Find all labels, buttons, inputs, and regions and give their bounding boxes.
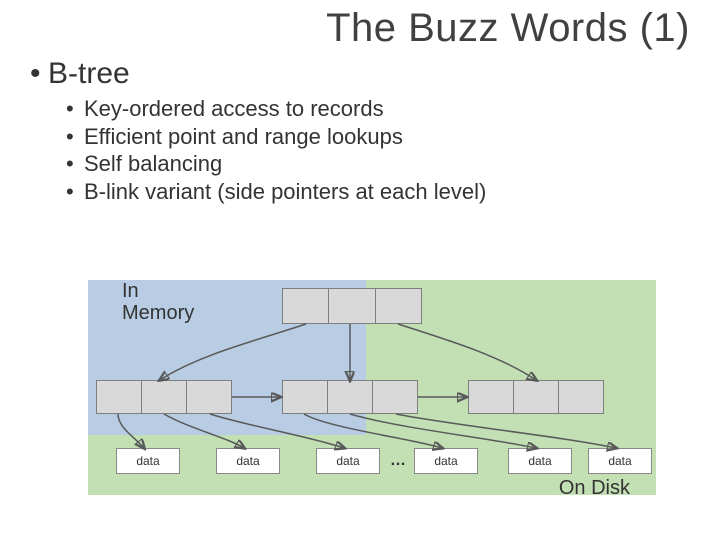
slide-title: The Buzz Words (1) [24, 0, 696, 51]
heading-text: B-tree [48, 57, 130, 90]
mid-node [282, 380, 418, 414]
list-item: •B-link variant (side pointers at each l… [66, 178, 696, 206]
disk-label: On Disk [559, 477, 630, 500]
leaf-node: data [116, 448, 180, 474]
leaf-node: data [508, 448, 572, 474]
bullet-heading: •B-tree [30, 57, 696, 91]
leaf-node: data [588, 448, 652, 474]
leaf-node: data [316, 448, 380, 474]
btree-diagram: InMemory On Disk data data data … data d… [88, 280, 656, 510]
list-item: •Self balancing [66, 150, 696, 178]
mid-node [468, 380, 604, 414]
list-item: •Efficient point and range lookups [66, 123, 696, 151]
root-node [282, 288, 422, 324]
bullet-list: •Key-ordered access to records •Efficien… [66, 95, 696, 205]
memory-label: InMemory [122, 280, 194, 324]
leaf-node: data [216, 448, 280, 474]
leaf-node: data [414, 448, 478, 474]
mid-node [96, 380, 232, 414]
ellipsis: … [390, 452, 406, 470]
list-item: •Key-ordered access to records [66, 95, 696, 123]
